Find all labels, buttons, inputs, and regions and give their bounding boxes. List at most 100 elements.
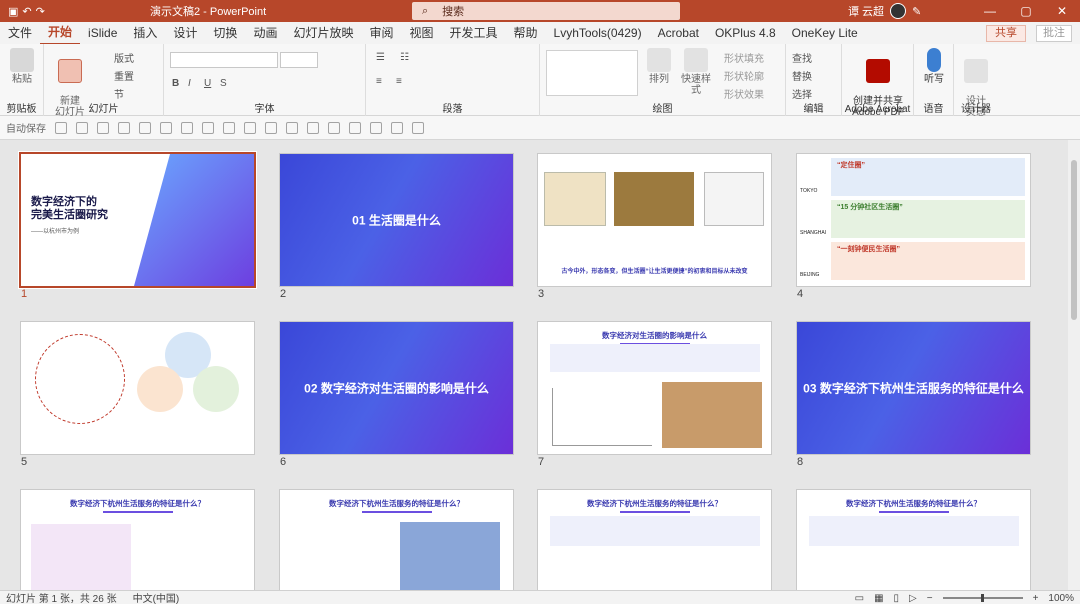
slide-count: 幻灯片 第 1 张，共 26 张: [6, 594, 117, 604]
search-box[interactable]: ⌕ 搜索: [412, 2, 680, 20]
avatar[interactable]: [890, 3, 907, 19]
autosave-label[interactable]: 自动保存: [6, 120, 46, 135]
select-button[interactable]: 选择: [792, 86, 812, 101]
tab-1[interactable]: 开始: [40, 21, 81, 45]
numbering-icon[interactable]: ☷: [400, 52, 409, 63]
tab-14[interactable]: OKPlus 4.8: [707, 22, 784, 44]
arrange-button[interactable]: 排列: [644, 48, 674, 85]
item-title: “定住圈”: [837, 162, 865, 169]
zoom-in-icon[interactable]: +: [1033, 593, 1039, 604]
zoom-level[interactable]: 100%: [1048, 593, 1074, 604]
tab-12[interactable]: LvyhTools(0429): [546, 22, 650, 44]
table-icon[interactable]: [286, 121, 298, 134]
slide-thumbnail-6[interactable]: 02 数字经济对生活圈的影响是什么: [280, 322, 513, 454]
comment-button[interactable]: 批注: [1036, 25, 1072, 42]
italic-button[interactable]: I: [188, 78, 191, 89]
more-icon[interactable]: [412, 121, 424, 134]
tab-8[interactable]: 审阅: [361, 22, 401, 44]
user-account[interactable]: 谭 云超 ✎: [848, 3, 921, 19]
tab-9[interactable]: 视图: [401, 22, 441, 44]
tab-6[interactable]: 动画: [245, 22, 285, 44]
paste-button[interactable]: 粘贴: [8, 48, 36, 85]
replace-button[interactable]: 替换: [792, 68, 812, 83]
shadow-button[interactable]: S: [220, 78, 227, 89]
undo-icon[interactable]: [97, 121, 109, 134]
chart-icon[interactable]: [307, 121, 319, 134]
undo-icon[interactable]: ↶: [22, 5, 31, 18]
distribute-icon[interactable]: [265, 121, 277, 134]
close-button[interactable]: ✕: [1044, 0, 1080, 22]
slide-thumbnail-7[interactable]: 数字经济对生活圈的影响是什么: [538, 322, 771, 454]
slide-thumbnail-4[interactable]: “定住圈” “15 分钟社区生活圈” “一刻钟便民生活圈” TOKYO SHAN…: [797, 154, 1030, 286]
slide-thumbnail-11[interactable]: 数字经济下杭州生活服务的特征是什么？: [538, 490, 771, 590]
font-name-field[interactable]: [170, 52, 278, 68]
bullets-icon[interactable]: ☰: [376, 52, 385, 63]
tab-15[interactable]: OneKey Lite: [784, 22, 866, 44]
font-size-field[interactable]: [280, 52, 318, 68]
underline-button[interactable]: U: [204, 78, 211, 89]
layout-button[interactable]: 版式: [114, 50, 134, 65]
window-controls: — ▢ ✕: [972, 0, 1080, 22]
toggle-icon[interactable]: [55, 121, 67, 134]
tab-4[interactable]: 设计: [165, 22, 205, 44]
slide-thumbnail-5[interactable]: [21, 322, 254, 454]
shape-icon[interactable]: [160, 121, 172, 134]
bold-button[interactable]: B: [172, 78, 179, 89]
slide-thumbnail-1[interactable]: 数字经济下的 完美生活圈研究 ——以杭州市为例: [21, 154, 254, 286]
network-diagram: [35, 334, 125, 424]
redo-icon[interactable]: ↷: [36, 5, 45, 18]
align-left-icon[interactable]: ≡: [376, 76, 382, 87]
tab-3[interactable]: 插入: [125, 22, 165, 44]
zoom-slider[interactable]: [942, 594, 1023, 602]
save-icon[interactable]: [76, 121, 88, 134]
redo-icon[interactable]: [118, 121, 130, 134]
section-button[interactable]: 节: [114, 86, 124, 101]
zoom-out-icon[interactable]: −: [927, 593, 933, 604]
picture-icon[interactable]: [202, 121, 214, 134]
restore-button[interactable]: ▢: [1008, 0, 1044, 22]
highlight-icon[interactable]: [349, 121, 361, 134]
slide-thumbnail-8[interactable]: 03 数字经济下杭州生活服务的特征是什么: [797, 322, 1030, 454]
minimize-button[interactable]: —: [972, 0, 1008, 22]
shapes-gallery[interactable]: [546, 50, 638, 96]
present-icon[interactable]: [139, 121, 151, 134]
color-icon[interactable]: [181, 121, 193, 134]
slide-thumbnail-9[interactable]: 数字经济下杭州生活服务的特征是什么？: [21, 490, 254, 590]
tab-13[interactable]: Acrobat: [650, 22, 707, 44]
crop-icon[interactable]: [391, 121, 403, 134]
format-painter-icon[interactable]: [370, 121, 382, 134]
slide-thumbnail-3[interactable]: 古今中外，形态各变，但生活圈“让生活更便捷”的初衷和目标从未改变: [538, 154, 771, 286]
save-icon[interactable]: ▣: [8, 5, 18, 18]
sorter-view-icon[interactable]: ▦: [874, 593, 883, 604]
tab-0[interactable]: 文件: [0, 22, 40, 44]
tab-10[interactable]: 开发工具: [442, 22, 506, 44]
normal-view-icon[interactable]: ▭: [855, 593, 864, 604]
city-illustration: [134, 154, 254, 286]
dictate-button[interactable]: 听写: [920, 48, 948, 85]
shape-effects-button[interactable]: 形状效果: [724, 86, 764, 101]
map-image: [544, 172, 606, 226]
tab-7[interactable]: 幻灯片放映: [285, 22, 361, 44]
reset-button[interactable]: 重置: [114, 68, 134, 83]
find-button[interactable]: 查找: [792, 50, 812, 65]
language-indicator[interactable]: 中文(中国): [133, 590, 180, 604]
scrollbar-thumb[interactable]: [1071, 160, 1077, 320]
quick-styles-button[interactable]: 快速样式: [678, 48, 714, 96]
shape-outline-button[interactable]: 形状轮廓: [724, 68, 764, 83]
slide-thumbnail-12[interactable]: 数字经济下杭州生活服务的特征是什么？: [797, 490, 1030, 590]
tab-11[interactable]: 帮助: [506, 22, 546, 44]
tab-2[interactable]: iSlide: [80, 22, 125, 44]
slideshow-icon[interactable]: ▷: [909, 593, 917, 604]
slide-thumbnail-10[interactable]: 数字经济下杭州生活服务的特征是什么？: [280, 490, 513, 590]
align-icon[interactable]: [244, 121, 256, 134]
reading-view-icon[interactable]: ▯: [894, 593, 900, 604]
tab-5[interactable]: 切换: [205, 22, 245, 44]
group-icon[interactable]: [223, 121, 235, 134]
font-color-icon[interactable]: [328, 121, 340, 134]
pen-icon[interactable]: ✎: [912, 5, 921, 18]
share-button[interactable]: 共享: [986, 25, 1026, 42]
shape-fill-button[interactable]: 形状填充: [724, 50, 764, 65]
vertical-scrollbar[interactable]: [1068, 140, 1080, 590]
align-center-icon[interactable]: ≡: [396, 76, 402, 87]
slide-thumbnail-2[interactable]: 01 生活圈是什么: [280, 154, 513, 286]
